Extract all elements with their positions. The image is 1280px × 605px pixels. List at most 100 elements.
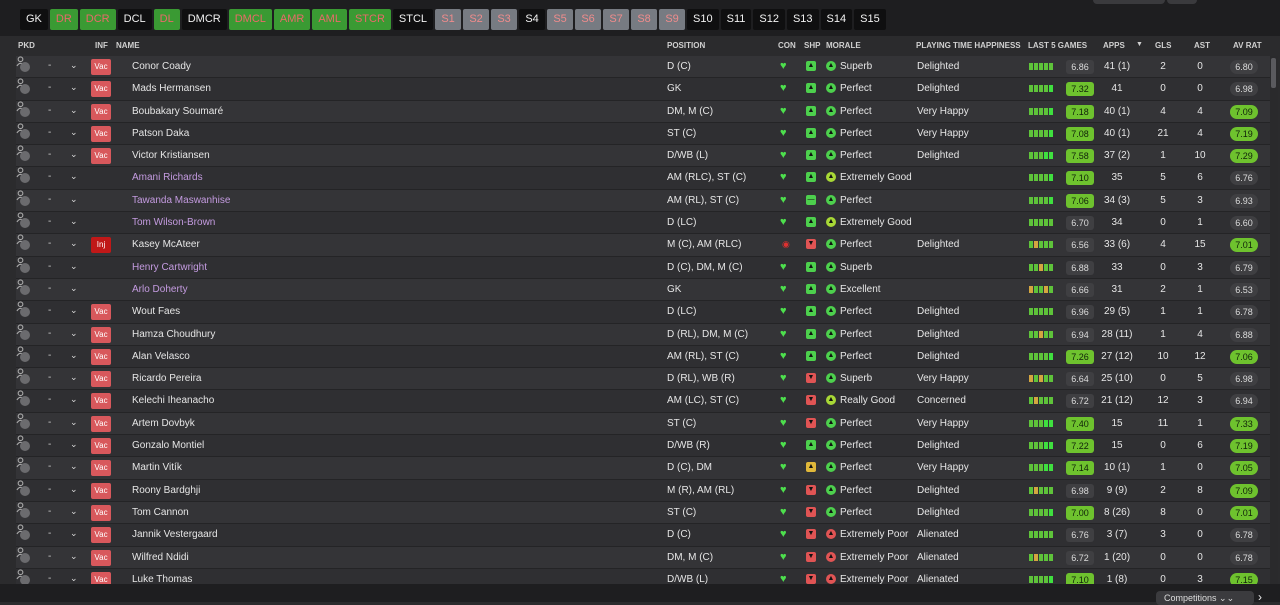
chevron-down-icon[interactable]: ⌄: [70, 528, 78, 539]
position-filter-s14[interactable]: S14: [820, 9, 853, 30]
player-name[interactable]: Patson Daka: [132, 128, 189, 139]
pick-toggle[interactable]: [20, 262, 30, 273]
pick-toggle[interactable]: [20, 173, 30, 184]
player-name[interactable]: Ricardo Pereira: [132, 373, 201, 384]
selection-dropdown[interactable]: -: [48, 171, 51, 182]
header-ast[interactable]: AST: [1194, 41, 1210, 50]
chevron-down-icon[interactable]: ⌄: [70, 350, 78, 361]
position-filter-dcr[interactable]: DCR: [79, 9, 116, 30]
vacation-badge[interactable]: Vac: [91, 326, 111, 343]
pick-toggle[interactable]: [20, 128, 30, 139]
header-gls[interactable]: GLS: [1155, 41, 1171, 50]
selection-dropdown[interactable]: -: [48, 461, 51, 472]
position-filter-stcr[interactable]: STCR: [348, 9, 391, 30]
player-name[interactable]: Luke Thomas: [132, 574, 192, 584]
table-row[interactable]: - ⌄ Vac Roony Bardghji M (R), AM (RL) ♥ ▼ ▲ Perf…: [16, 479, 1270, 502]
pick-toggle[interactable]: [20, 151, 30, 162]
chevron-down-icon[interactable]: ⌄: [70, 305, 78, 316]
chevron-down-icon[interactable]: ⌄: [70, 261, 78, 272]
selection-dropdown[interactable]: -: [48, 82, 51, 93]
table-row[interactable]: - ⌄ Vac Artem Dovbyk ST (C) ♥ ▼ ▲ Perfect Very Ha…: [16, 412, 1270, 436]
table-row[interactable]: - ⌄ Amani Richards AM (RLC), ST (C) ♥ ▲ ▲ Extre…: [16, 167, 1270, 190]
table-row[interactable]: - ⌄ Vac Tom Cannon ST (C) ♥ ▼ ▲ Perfect Delighted…: [16, 501, 1270, 525]
vacation-badge[interactable]: Vac: [91, 304, 111, 321]
header-inf[interactable]: INF: [95, 41, 108, 50]
pick-toggle[interactable]: [20, 195, 30, 206]
table-row[interactable]: - ⌄ Tom Wilson-Brown D (LC) ♥ ▲ ▲ Extremely Goo…: [16, 212, 1270, 235]
position-filter-aml[interactable]: AML: [312, 9, 347, 30]
header-playing-time[interactable]: PLAYING TIME HAPPINESS: [916, 41, 1021, 50]
header-morale[interactable]: MORALE: [826, 41, 861, 50]
player-name[interactable]: Conor Coady: [132, 61, 191, 72]
top-right-tab-left[interactable]: [1093, 0, 1165, 4]
player-name[interactable]: Gonzalo Montiel: [132, 440, 204, 451]
chevron-down-icon[interactable]: ⌄: [70, 127, 78, 138]
chevron-down-icon[interactable]: ⌄: [70, 105, 78, 116]
player-name[interactable]: Martin Vitík: [132, 462, 182, 473]
table-row[interactable]: - ⌄ Vac Ricardo Pereira D (RL), WB (R) ♥ ▼ ▲ Sup…: [16, 368, 1270, 391]
player-name[interactable]: Mads Hermansen: [132, 83, 211, 94]
player-name[interactable]: Jannik Vestergaard: [132, 529, 218, 540]
position-filter-dmcl[interactable]: DMCL: [228, 9, 272, 30]
position-filter-amr[interactable]: AMR: [273, 9, 311, 30]
selection-dropdown[interactable]: -: [48, 506, 51, 517]
vacation-badge[interactable]: Vac: [91, 371, 111, 388]
table-row[interactable]: - ⌄ Tawanda Maswanhise AM (RL), ST (C) ♥ — ▲ Pe…: [16, 189, 1270, 213]
position-filter-dmcr[interactable]: DMCR: [181, 9, 227, 30]
pick-toggle[interactable]: [20, 396, 30, 407]
selection-dropdown[interactable]: -: [48, 238, 51, 249]
chevron-down-icon[interactable]: ⌄: [70, 506, 78, 517]
table-row[interactable]: - ⌄ Vac Victor Kristiansen D/WB (L) ♥ ▲ ▲ Perfec…: [16, 145, 1270, 168]
position-filter-stcl[interactable]: STCL: [392, 9, 434, 30]
player-name[interactable]: Tom Cannon: [132, 507, 189, 518]
position-filter-dl[interactable]: DL: [153, 9, 180, 30]
player-name[interactable]: Wout Faes: [132, 306, 180, 317]
vacation-badge[interactable]: Vac: [91, 527, 111, 544]
chevron-down-icon[interactable]: ⌄: [70, 216, 78, 227]
vacation-badge[interactable]: Vac: [91, 438, 111, 455]
player-name[interactable]: Henry Cartwright: [132, 262, 207, 273]
pick-toggle[interactable]: [20, 106, 30, 117]
header-last5[interactable]: LAST 5 GAMES: [1028, 41, 1087, 50]
pick-toggle[interactable]: [20, 485, 30, 496]
vacation-badge[interactable]: Vac: [91, 549, 111, 566]
chevron-down-icon[interactable]: ⌄: [70, 60, 78, 71]
player-name[interactable]: Arlo Doherty: [132, 284, 188, 295]
selection-dropdown[interactable]: -: [48, 528, 51, 539]
header-pkd[interactable]: PKD: [18, 41, 35, 50]
player-name[interactable]: Artem Dovbyk: [132, 418, 195, 429]
pick-toggle[interactable]: [20, 507, 30, 518]
pick-toggle[interactable]: [20, 240, 30, 251]
chevron-down-icon[interactable]: ⌄: [70, 149, 78, 160]
table-row[interactable]: - ⌄ Vac Hamza Choudhury D (RL), DM, M (C) ♥ ▲ ▲…: [16, 323, 1270, 346]
pick-toggle[interactable]: [20, 418, 30, 429]
header-position[interactable]: POSITION: [667, 41, 705, 50]
top-right-tab-right[interactable]: [1167, 0, 1197, 4]
pick-toggle[interactable]: [20, 441, 30, 452]
pick-toggle[interactable]: [20, 463, 30, 474]
position-filter-gk[interactable]: GK: [20, 9, 48, 30]
position-filter-s3[interactable]: S3: [491, 9, 518, 30]
selection-dropdown[interactable]: -: [48, 283, 51, 294]
chevron-down-icon[interactable]: ⌄: [70, 417, 78, 428]
pick-toggle[interactable]: [20, 351, 30, 362]
position-filter-s11[interactable]: S11: [720, 9, 752, 30]
vacation-badge[interactable]: Vac: [91, 148, 111, 165]
chevron-down-icon[interactable]: ⌄: [70, 394, 78, 405]
chevron-down-icon[interactable]: ⌄: [70, 372, 78, 383]
injury-badge[interactable]: Inj: [91, 237, 111, 254]
position-filter-dr[interactable]: DR: [49, 9, 78, 30]
position-filter-s4[interactable]: S4: [519, 9, 546, 30]
header-con[interactable]: CON: [778, 41, 796, 50]
selection-dropdown[interactable]: -: [48, 328, 51, 339]
selection-dropdown[interactable]: -: [48, 149, 51, 160]
table-row[interactable]: - ⌄ Vac Patson Daka ST (C) ♥ ▲ ▲ Perfect Very Hap…: [16, 122, 1270, 146]
vacation-badge[interactable]: Vac: [91, 415, 111, 432]
chevron-down-icon[interactable]: ⌄: [70, 573, 78, 584]
position-filter-s13[interactable]: S13: [786, 9, 819, 30]
position-filter-s8[interactable]: S8: [631, 9, 658, 30]
sort-desc-icon[interactable]: ▼: [1136, 41, 1143, 48]
chevron-down-icon[interactable]: ⌄: [70, 171, 78, 182]
pick-toggle[interactable]: [20, 530, 30, 541]
vacation-badge[interactable]: Vac: [91, 59, 111, 75]
